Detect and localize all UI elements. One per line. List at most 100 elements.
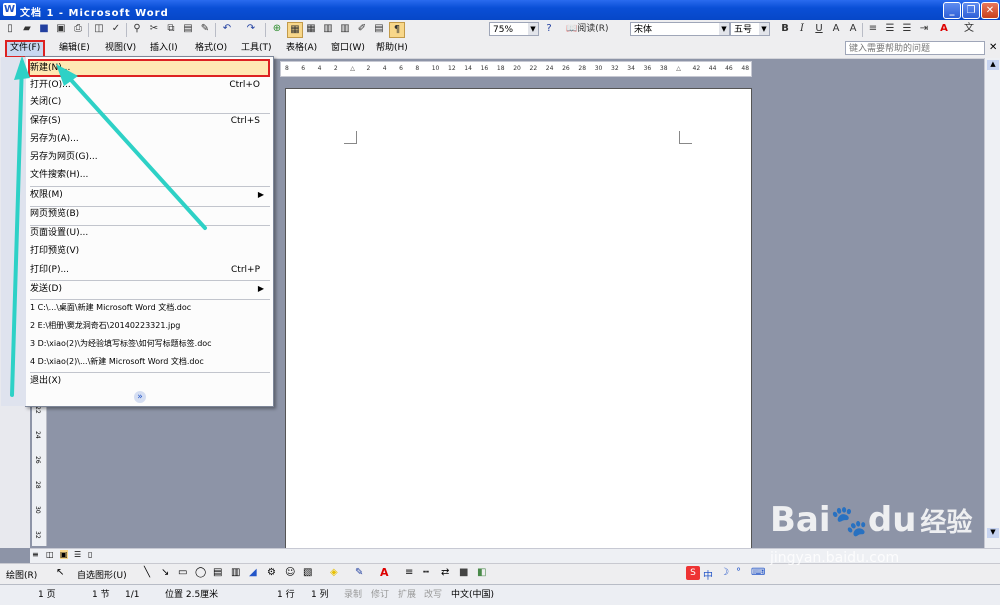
horizontal-ruler[interactable]: 8 6 4 2 △ 2 4 6 8 10 12 14 16 18 20 22 24 26 28 30 32 34 36 38 △… [280,61,752,77]
arrow-icon[interactable]: ↘ [161,567,169,578]
vertical-textbox-icon[interactable]: ▥ [231,567,240,578]
show-hide-icon[interactable]: ¶ [389,22,405,38]
ime-mode-label[interactable]: 中 [703,567,713,582]
char-shading-icon[interactable]: A [846,22,860,36]
open-folder-icon[interactable]: ▰ [20,22,34,36]
menu-item-permission[interactable]: 权限(M) ▶ [30,187,268,203]
line-icon[interactable]: ╲ [144,567,150,578]
draw-menu-button[interactable]: 绘图(R) [6,568,37,581]
underline-button[interactable]: U [812,22,826,36]
insert-table-icon[interactable]: ▦ [304,22,318,36]
menu-edit[interactable]: 编辑(E) [56,42,93,55]
insert-excel-icon[interactable]: ▥ [321,22,335,36]
3d-icon[interactable]: ◧ [477,567,486,578]
status-trk[interactable]: 修订 [371,589,389,601]
drawing-icon[interactable]: ✐ [355,22,369,36]
wordart-icon[interactable]: ◢ [249,567,257,578]
print-preview-icon[interactable]: ◫ [92,22,106,36]
char-border-icon[interactable]: A [829,22,843,36]
picture-icon[interactable]: ▧ [303,567,312,578]
menu-item-page-setup[interactable]: 页面设置(U)... [30,225,268,241]
menu-tools[interactable]: 工具(T) [238,42,275,55]
bold-button[interactable]: B [778,22,792,36]
menu-table[interactable]: 表格(A) [283,42,320,55]
menu-item-web-preview[interactable]: 网页预览(B) [30,206,268,222]
shadow-icon[interactable]: ■ [459,567,468,578]
expand-menu-icon[interactable]: » [134,391,146,403]
menu-item-print-preview[interactable]: 打印预览(V) [30,243,268,259]
vertical-scrollbar[interactable]: ▲ ▼ [984,58,1000,548]
cut-icon[interactable]: ✂ [147,22,161,36]
close-window-button[interactable]: ✕ [981,2,999,19]
menu-help[interactable]: 帮助(H) [373,42,411,55]
view-outline-icon[interactable]: ☰ [74,550,81,559]
recent-file-2[interactable]: 2 E:\相册\窦龙洞奇石\20140223321.jpg [30,318,268,334]
spelling-icon[interactable]: ✓ [109,22,123,36]
autoshapes-button[interactable]: 自选图形(U) [77,568,127,581]
hyperlink-icon[interactable]: ⊕ [270,22,284,36]
undo-icon[interactable]: ↶ [220,22,234,36]
document-page[interactable] [285,88,752,560]
textbox-icon[interactable]: ▤ [213,567,222,578]
font-color-icon[interactable]: A [937,22,951,36]
paste-icon[interactable]: ▤ [181,22,195,36]
menu-window[interactable]: 窗口(W) [328,42,368,55]
select-objects-icon[interactable]: ↖ [56,567,64,578]
menu-item-save-as[interactable]: 另存为(A)... [30,131,268,147]
menu-item-exit[interactable]: 退出(X) [30,373,268,389]
moon-icon[interactable]: ☽ [720,567,729,578]
rectangle-icon[interactable]: ▭ [178,567,187,578]
line-color-icon[interactable]: ✎ [355,567,363,578]
close-doc-icon[interactable]: ✕ [989,42,997,53]
scroll-up-icon[interactable]: ▲ [987,60,999,70]
print-icon[interactable]: ⎙ [71,22,85,36]
research-icon[interactable]: ⚲ [130,22,144,36]
menu-item-close[interactable]: 关闭(C) [30,94,268,110]
menu-insert[interactable]: 插入(I) [147,42,181,55]
read-button[interactable]: 📖阅读(R) [566,22,616,36]
keyboard-icon[interactable]: ⌨ [751,567,765,578]
status-rec[interactable]: 录制 [344,589,362,601]
menu-view[interactable]: 视图(V) [102,42,139,55]
status-ext[interactable]: 扩展 [398,589,416,601]
menu-format[interactable]: 格式(O) [192,42,230,55]
menu-item-new[interactable]: 新建(N)... [28,59,270,77]
columns-icon[interactable]: ▥ [338,22,352,36]
view-print-icon[interactable]: ▣ [60,550,68,559]
clipart-icon[interactable]: ☺ [285,567,295,578]
copy-icon[interactable]: ⧉ [164,22,178,36]
font-name-select[interactable]: 宋体 ▼ [630,22,730,36]
save-icon[interactable]: ■ [37,22,51,36]
permission-icon[interactable]: ▣ [54,22,68,36]
menu-item-send[interactable]: 发送(D) ▶ [30,281,268,297]
help-search-input[interactable]: 键入需要帮助的问题 [845,41,985,55]
diagram-icon[interactable]: ⚙ [267,567,276,578]
phonetic-guide-icon[interactable]: 文 [962,22,976,36]
doc-map-icon[interactable]: ▤ [372,22,386,36]
recent-file-4[interactable]: 4 D:\xiao(2)\...\新建 Microsoft Word 文档.do… [30,354,268,370]
recent-file-3[interactable]: 3 D:\xiao(2)\为经验填写标签\如何写标题标签.doc [30,336,268,352]
minimize-button[interactable]: _ [943,2,961,19]
menu-item-print[interactable]: 打印(P)... Ctrl+P [30,262,268,278]
line-style-icon[interactable]: ≡ [405,567,413,578]
recent-file-1[interactable]: 1 C:\...\桌面\新建 Microsoft Word 文档.doc [30,300,268,316]
bullets-icon[interactable]: ☰ [900,22,914,36]
redo-icon[interactable]: ↷ [244,22,258,36]
italic-button[interactable]: I [795,22,809,36]
menu-item-save[interactable]: 保存(S) Ctrl+S [30,113,268,129]
status-ovr[interactable]: 改写 [424,589,442,601]
font-color-draw-icon[interactable]: A [380,566,389,579]
numbering-icon[interactable]: ☰ [883,22,897,36]
punctuation-icon[interactable]: ° [736,567,741,578]
arrow-style-icon[interactable]: ⇄ [441,567,449,578]
view-reading-icon[interactable]: ▯ [88,550,92,559]
indent-icon[interactable]: ⇥ [917,22,931,36]
tables-borders-icon[interactable]: ▦ [287,22,303,38]
fill-color-icon[interactable]: ◈ [330,567,338,578]
format-painter-icon[interactable]: ✎ [198,22,212,36]
view-normal-icon[interactable]: ≡ [32,550,39,559]
font-size-select[interactable]: 五号 ▼ [730,22,770,36]
help-icon[interactable]: ? [542,22,556,36]
restore-button[interactable]: ❐ [962,2,980,19]
new-doc-icon[interactable]: ▯ [3,22,17,36]
